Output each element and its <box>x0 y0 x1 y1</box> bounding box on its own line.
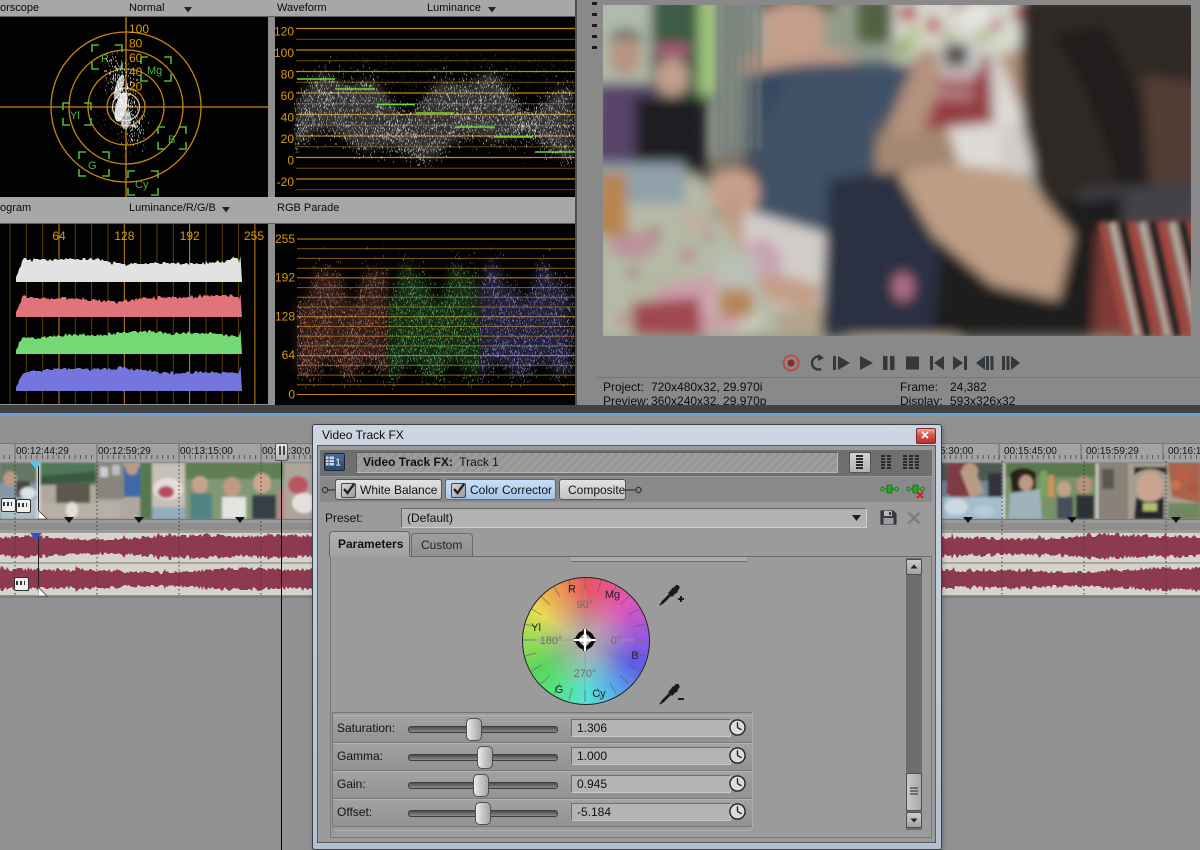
svg-text:B: B <box>168 134 175 146</box>
svg-text:Cy: Cy <box>135 179 149 191</box>
svg-text:192: 192 <box>180 229 200 243</box>
svg-text:G: G <box>554 684 563 696</box>
svg-text:60: 60 <box>281 89 295 103</box>
svg-text:Mg: Mg <box>604 589 619 601</box>
svg-text:128: 128 <box>114 229 134 243</box>
svg-text:B: B <box>631 650 638 662</box>
svg-text:255: 255 <box>244 229 264 243</box>
svg-text:R: R <box>101 53 109 65</box>
svg-text:64: 64 <box>52 229 66 243</box>
svg-text:90°: 90° <box>576 599 593 611</box>
svg-text:120: 120 <box>275 25 294 39</box>
svg-text:Yl: Yl <box>531 622 541 634</box>
svg-text:192: 192 <box>275 271 295 285</box>
svg-text:255: 255 <box>275 232 295 246</box>
svg-text:-20: -20 <box>277 175 295 189</box>
svg-text:128: 128 <box>275 310 295 324</box>
svg-text:64: 64 <box>282 348 296 362</box>
svg-text:80: 80 <box>129 37 143 51</box>
svg-text:1: 1 <box>335 458 341 469</box>
svg-text:100: 100 <box>129 22 149 36</box>
svg-text:80: 80 <box>281 68 295 82</box>
svg-text:100: 100 <box>275 46 294 60</box>
svg-text:G: G <box>88 160 97 172</box>
svg-text:20: 20 <box>281 132 295 146</box>
svg-text:0: 0 <box>288 388 295 402</box>
svg-text:0°: 0° <box>610 635 621 647</box>
svg-text:R: R <box>568 584 576 596</box>
svg-text:180°: 180° <box>539 635 562 647</box>
svg-text:0: 0 <box>287 154 294 168</box>
svg-text:Mg: Mg <box>147 65 162 77</box>
svg-text:40: 40 <box>281 111 295 125</box>
svg-text:270°: 270° <box>573 668 596 680</box>
svg-text:Yl: Yl <box>70 110 80 122</box>
svg-text:Cy: Cy <box>592 688 606 700</box>
